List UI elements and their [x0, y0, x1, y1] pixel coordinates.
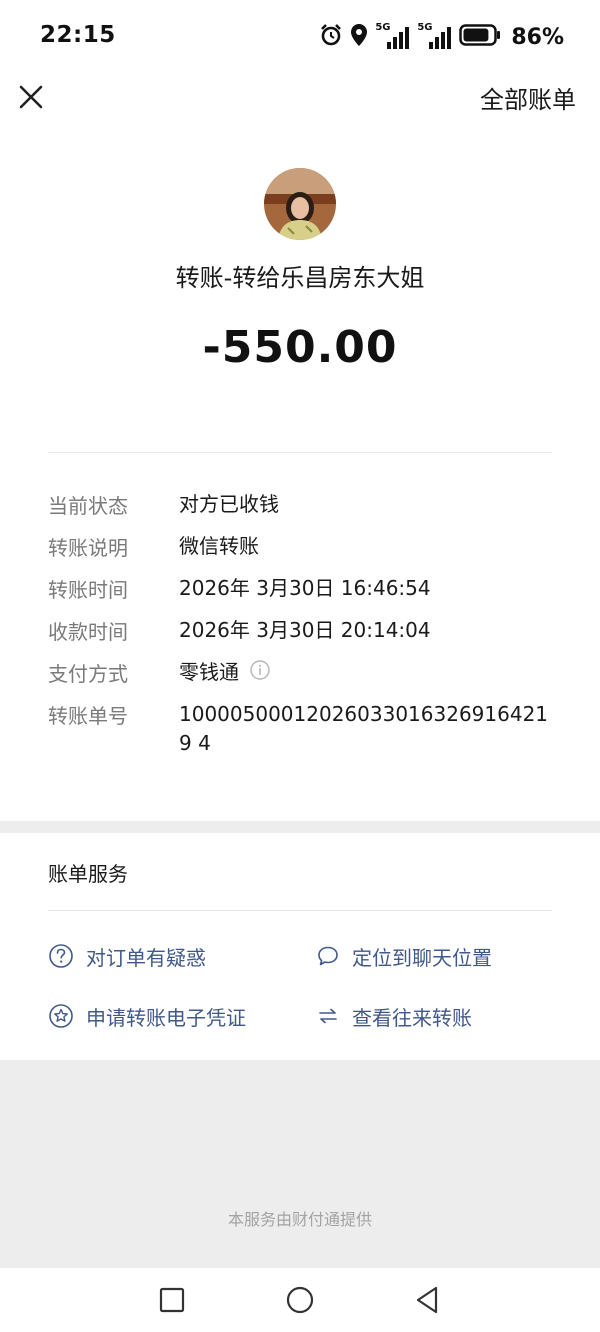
detail-value: 100005000120260330163269164219 4 — [179, 702, 549, 755]
detail-value: 2026年 3月30日 16:46:54 — [179, 576, 431, 600]
status-bar: 22:15 5G 5G 86% — [0, 0, 600, 72]
transfer-amount: -550.00 — [202, 322, 398, 373]
service-label: 申请转账电子凭证 — [86, 1005, 246, 1030]
close-button[interactable] — [14, 80, 48, 114]
battery-percent: 86% — [511, 24, 564, 50]
recents-button[interactable] — [156, 1284, 188, 1316]
battery-icon — [459, 23, 501, 51]
back-button[interactable] — [412, 1284, 444, 1316]
status-time: 22:15 — [40, 22, 116, 48]
question-icon — [49, 944, 73, 968]
triangle-back-icon — [416, 1286, 438, 1314]
detail-value: 微信转账 — [179, 534, 259, 558]
top-bar: 全部账单 — [0, 72, 600, 122]
footer-provider-text: 本服务由财付通提供 — [227, 1210, 372, 1229]
detail-value: 2026年 3月30日 20:14:04 — [179, 618, 431, 642]
services-divider — [48, 910, 552, 911]
avatar-image — [264, 168, 336, 240]
alarm-icon — [319, 23, 343, 51]
detail-label: 收款时间 — [48, 620, 128, 644]
home-button[interactable] — [284, 1284, 316, 1316]
detail-label: 转账单号 — [48, 704, 128, 728]
chat-bubble-icon — [318, 946, 338, 966]
service-label: 查看往来转账 — [352, 1005, 472, 1030]
location-icon — [349, 23, 369, 51]
info-icon[interactable] — [249, 659, 271, 689]
avatar[interactable] — [264, 168, 336, 240]
service-label: 对订单有疑惑 — [86, 945, 206, 970]
all-bills-link[interactable]: 全部账单 — [480, 80, 576, 115]
detail-label: 转账时间 — [48, 578, 128, 602]
star-badge-icon — [49, 1004, 73, 1028]
close-icon — [19, 85, 43, 109]
detail-label: 转账说明 — [48, 536, 128, 560]
signal-5g-icon-2: 5G — [417, 22, 453, 50]
transfer-title: 转账-转给乐昌房东大姐 — [175, 264, 425, 292]
section-separator — [0, 821, 600, 833]
detail-value: 零钱通 — [179, 660, 239, 684]
status-icons: 5G 5G 86% — [319, 22, 564, 52]
system-nav-bar — [0, 1268, 600, 1332]
signal-5g-icon: 5G — [375, 22, 411, 50]
service-locate-chat[interactable]: 定位到聊天位置 — [316, 941, 492, 971]
square-icon — [159, 1287, 185, 1313]
detail-value: 对方已收钱 — [179, 492, 279, 516]
swap-arrows-icon — [319, 1008, 337, 1024]
divider — [48, 452, 552, 453]
service-label: 定位到聊天位置 — [352, 945, 492, 970]
circle-icon — [286, 1286, 314, 1314]
detail-value-wrap: 零钱通 — [179, 658, 559, 689]
detail-label: 支付方式 — [48, 662, 128, 686]
footer-area — [0, 1060, 600, 1268]
service-request-receipt[interactable]: 申请转账电子凭证 — [48, 1001, 246, 1031]
detail-label: 当前状态 — [48, 494, 128, 518]
service-order-question[interactable]: 对订单有疑惑 — [48, 941, 206, 971]
services-title: 账单服务 — [48, 862, 128, 886]
service-view-transfers[interactable]: 查看往来转账 — [316, 1001, 472, 1031]
